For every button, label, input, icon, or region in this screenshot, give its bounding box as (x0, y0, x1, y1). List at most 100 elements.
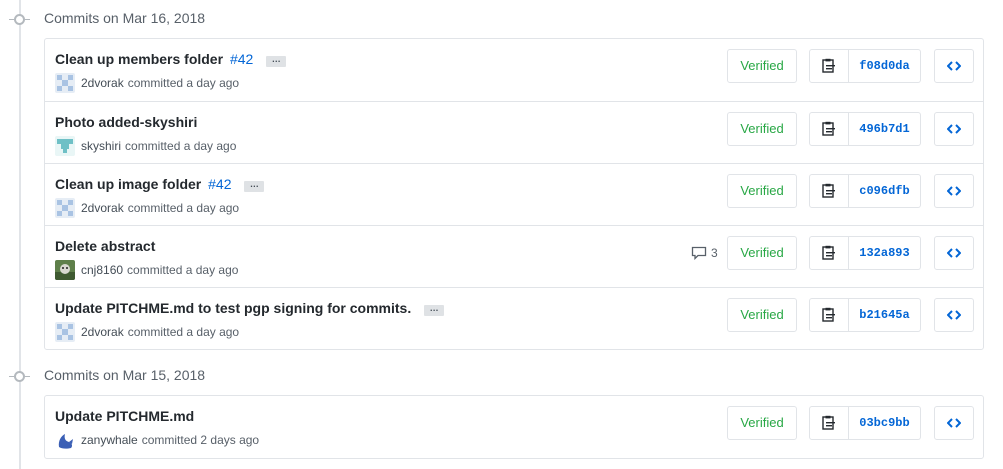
code-icon (947, 418, 961, 428)
issue-link[interactable]: #42 (230, 51, 253, 67)
clipboard-icon (822, 58, 835, 73)
browse-files-button[interactable] (934, 406, 974, 440)
code-icon (947, 61, 961, 71)
commit-title-link[interactable]: Delete abstract (55, 238, 155, 254)
commit-row: Clean up image folder #42 … 2dvorak comm… (45, 163, 983, 225)
commit-message: Clean up image folder #42 … (55, 175, 265, 193)
timeline-line (19, 0, 21, 469)
commit-meta: 2dvorak committed a day ago (55, 198, 239, 218)
avatar[interactable] (55, 198, 75, 218)
browse-files-button[interactable] (934, 236, 974, 270)
comment-icon (691, 246, 707, 260)
sha-button-group: b21645a (809, 298, 921, 332)
avatar[interactable] (55, 430, 75, 450)
commit-row: Update PITCHME.md zanywhale committed 2 … (45, 396, 983, 458)
sha-link[interactable]: b21645a (849, 298, 921, 332)
author-link[interactable]: skyshiri (81, 137, 121, 155)
commit-time: committed a day ago (127, 76, 240, 90)
author-link[interactable]: cnj8160 (81, 261, 123, 279)
commit-message: Clean up members folder #42 … (55, 50, 287, 68)
copy-sha-button[interactable] (809, 298, 849, 332)
commit-title-link[interactable]: Photo added-skyshiri (55, 114, 197, 130)
commit-message: Update PITCHME.md (55, 407, 194, 425)
sha-link[interactable]: c096dfb (849, 174, 921, 208)
commit-message: Update PITCHME.md to test pgp signing fo… (55, 299, 445, 317)
verified-badge[interactable]: Verified (727, 112, 797, 146)
commit-time: committed a day ago (127, 263, 239, 277)
avatar[interactable] (55, 260, 75, 280)
clipboard-icon (822, 183, 835, 198)
commit-group-header: Commits on Mar 16, 2018 (0, 8, 990, 32)
copy-sha-button[interactable] (809, 406, 849, 440)
clipboard-icon (822, 415, 835, 430)
commit-list: Update PITCHME.md zanywhale committed 2 … (44, 395, 984, 459)
browse-files-button[interactable] (934, 49, 974, 83)
commit-list: Clean up members folder #42 … 2dvorak co… (44, 38, 984, 350)
clipboard-icon (822, 245, 835, 260)
verified-badge[interactable]: Verified (727, 49, 797, 83)
copy-sha-button[interactable] (809, 112, 849, 146)
commit-meta: skyshiri committed a day ago (55, 136, 236, 156)
copy-sha-button[interactable] (809, 174, 849, 208)
commit-title-link[interactable]: Update PITCHME.md (55, 408, 194, 424)
code-icon (947, 124, 961, 134)
commit-message: Delete abstract (55, 237, 155, 255)
commit-row: Delete abstract cnj8160 committed a day … (45, 225, 983, 287)
commit-message: Photo added-skyshiri (55, 113, 197, 131)
commit-title-link[interactable]: Update PITCHME.md to test pgp signing fo… (55, 300, 411, 316)
code-icon (947, 186, 961, 196)
browse-files-button[interactable] (934, 174, 974, 208)
commit-group-icon (9, 14, 30, 25)
sha-link[interactable]: 132a893 (849, 236, 921, 270)
sha-link[interactable]: f08d0da (849, 49, 921, 83)
commit-meta: cnj8160 committed a day ago (55, 260, 238, 280)
sha-button-group: f08d0da (809, 49, 921, 83)
author-link[interactable]: zanywhale (81, 431, 138, 449)
author-link[interactable]: 2dvorak (81, 323, 124, 341)
avatar[interactable] (55, 136, 75, 156)
sha-button-group: 03bc9bb (809, 406, 921, 440)
verified-badge[interactable]: Verified (727, 174, 797, 208)
clipboard-icon (822, 121, 835, 136)
commit-group-title: Commits on Mar 15, 2018 (44, 367, 206, 383)
copy-sha-button[interactable] (809, 236, 849, 270)
author-link[interactable]: 2dvorak (81, 199, 124, 217)
expand-ellipsis-button[interactable]: … (266, 55, 287, 67)
commit-title-link[interactable]: Clean up image folder (55, 176, 201, 192)
commit-time: committed 2 days ago (141, 433, 260, 447)
sha-link[interactable]: 496b7d1 (849, 112, 921, 146)
copy-sha-button[interactable] (809, 49, 849, 83)
clipboard-icon (822, 307, 835, 322)
sha-link[interactable]: 03bc9bb (849, 406, 921, 440)
expand-ellipsis-button[interactable]: … (424, 304, 445, 316)
commit-time: committed a day ago (127, 201, 240, 215)
avatar[interactable] (55, 322, 75, 342)
avatar[interactable] (55, 73, 75, 93)
commit-group-title: Commits on Mar 16, 2018 (44, 10, 206, 26)
comments-link[interactable]: 3 (691, 246, 718, 260)
commit-meta: 2dvorak committed a day ago (55, 322, 239, 342)
expand-ellipsis-button[interactable]: … (244, 180, 265, 192)
author-link[interactable]: 2dvorak (81, 74, 124, 92)
sha-button-group: c096dfb (809, 174, 921, 208)
commit-meta: zanywhale committed 2 days ago (55, 430, 259, 450)
commit-row: Photo added-skyshiri skyshiri committed … (45, 101, 983, 163)
commit-title-link[interactable]: Clean up members folder (55, 51, 223, 67)
verified-badge[interactable]: Verified (727, 406, 797, 440)
commit-group-icon (9, 371, 30, 382)
verified-badge[interactable]: Verified (727, 298, 797, 332)
code-icon (947, 310, 961, 320)
code-icon (947, 248, 961, 258)
commit-row: Update PITCHME.md to test pgp signing fo… (45, 287, 983, 349)
issue-link[interactable]: #42 (208, 176, 231, 192)
commit-time: committed a day ago (127, 325, 240, 339)
commit-group-header: Commits on Mar 15, 2018 (0, 365, 990, 389)
verified-badge[interactable]: Verified (727, 236, 797, 270)
comment-count: 3 (711, 246, 718, 260)
commit-meta: 2dvorak committed a day ago (55, 73, 239, 93)
sha-button-group: 132a893 (809, 236, 921, 270)
sha-button-group: 496b7d1 (809, 112, 921, 146)
browse-files-button[interactable] (934, 298, 974, 332)
browse-files-button[interactable] (934, 112, 974, 146)
commit-row: Clean up members folder #42 … 2dvorak co… (45, 39, 983, 101)
